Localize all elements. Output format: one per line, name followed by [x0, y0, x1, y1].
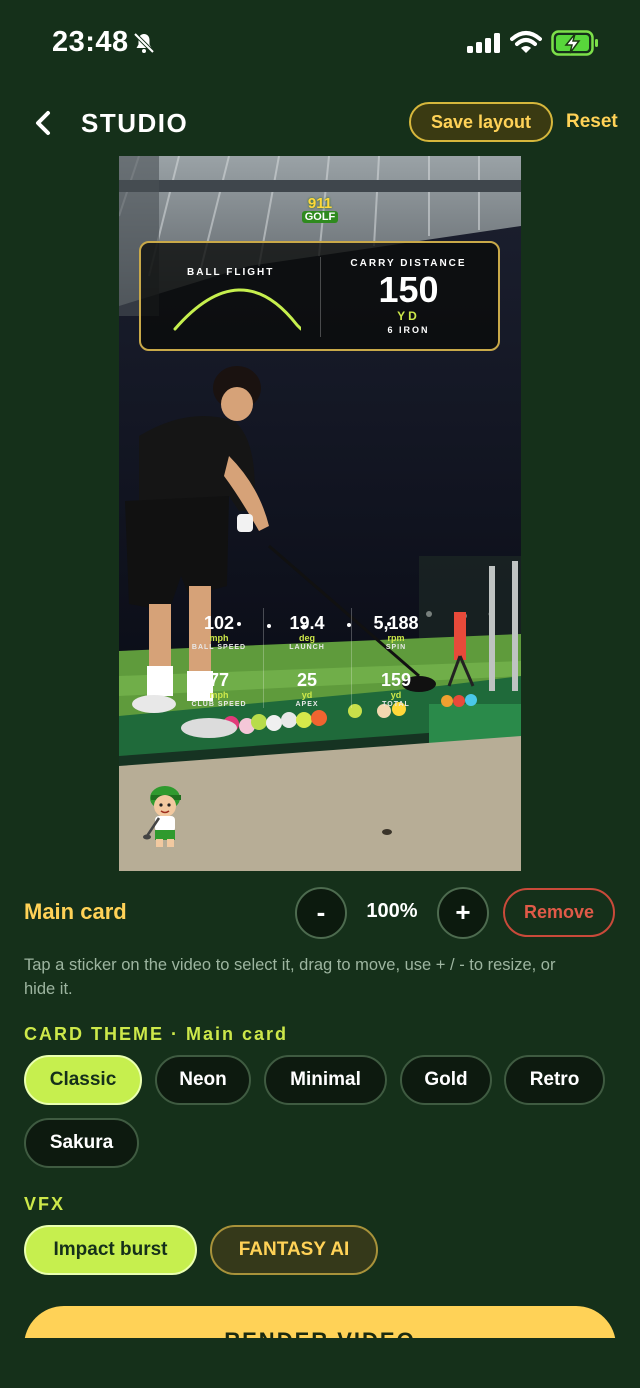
stat-unit: yd	[390, 690, 402, 700]
shrink-button[interactable]: -	[295, 887, 347, 939]
vfx-heading: VFX	[24, 1194, 66, 1214]
stat-total: 159 yd TOTAL	[351, 670, 441, 709]
main-card-sticker[interactable]: BALL FLIGHT CARRY DISTANCE 150 YD 6 IRON	[139, 241, 500, 351]
stat-label: TOTAL	[382, 701, 410, 708]
stat-unit: deg	[298, 633, 315, 643]
vfx-chip-fantasy-ai[interactable]: FANTASY AI	[210, 1225, 378, 1275]
save-layout-button[interactable]: Save layout	[409, 102, 553, 142]
stat-value: 25	[296, 670, 318, 690]
stat-club-speed: 77 mph CLUB SPEED	[174, 670, 264, 709]
theme-chip-minimal[interactable]: Minimal	[264, 1055, 387, 1105]
selected-sticker-name: Main card	[24, 899, 127, 924]
bell-muted-icon	[133, 32, 155, 54]
stat-value: 5,188	[373, 613, 419, 633]
ball-flight-label: BALL FLIGHT	[187, 267, 275, 278]
golfer-mascot-sticker[interactable]	[143, 784, 189, 850]
stat-unit: rpm	[387, 633, 405, 643]
logo-number: 911	[307, 195, 333, 212]
stat-value: 77	[208, 670, 230, 690]
theme-chip-classic[interactable]: Classic	[24, 1055, 142, 1105]
carry-distance-value: 150	[378, 269, 439, 310]
theme-chip-neon[interactable]: Neon	[155, 1055, 251, 1105]
zoom-level: 100%	[366, 900, 418, 922]
page-title: STUDIO	[81, 108, 189, 138]
enlarge-button[interactable]: +	[437, 887, 489, 939]
reset-button[interactable]: Reset	[566, 111, 618, 133]
stat-ball-speed: 102 mph BALL SPEED	[174, 613, 264, 652]
carry-distance-unit: YD	[397, 309, 420, 323]
vfx-chip-impact-burst[interactable]: Impact burst	[24, 1225, 197, 1275]
stat-spin: 5,188 rpm SPIN	[351, 613, 441, 652]
stat-value: 159	[380, 670, 412, 690]
theme-chip-sakura[interactable]: Sakura	[24, 1118, 139, 1168]
logo-text: GOLF	[302, 211, 338, 223]
stat-value: 102	[203, 613, 235, 633]
theme-chip-retro[interactable]: Retro	[504, 1055, 605, 1105]
stat-unit: mph	[209, 633, 229, 643]
status-bar: 23:48	[0, 0, 640, 88]
status-time: 23:48	[52, 26, 129, 58]
club-label: 6 IRON	[387, 325, 430, 335]
brand-logo: 911 GOLF	[302, 196, 338, 226]
stat-unit: mph	[209, 690, 229, 700]
theme-chip-gold[interactable]: Gold	[400, 1055, 492, 1105]
card-theme-heading: CARD THEME · Main card	[24, 1024, 289, 1044]
stat-value: 19.4	[289, 613, 325, 633]
stat-apex: 25 yd APEX	[262, 670, 352, 709]
remove-button[interactable]: Remove	[503, 888, 615, 937]
help-text: Tap a sticker on the video to select it,…	[24, 956, 556, 998]
video-preview[interactable]: 911 GOLF BALL FLIGHT CARRY DISTANCE 150 …	[119, 156, 521, 871]
bottom-fade	[0, 1338, 640, 1388]
stat-label: APEX	[295, 701, 319, 708]
wifi-icon	[510, 31, 542, 53]
carry-distance-label: CARRY DISTANCE	[350, 258, 467, 269]
back-chevron-icon[interactable]	[30, 108, 58, 138]
stat-label: SPIN	[385, 644, 407, 651]
battery-charging-icon	[551, 30, 598, 56]
stat-label: BALL SPEED	[191, 644, 247, 651]
stat-label: LAUNCH	[289, 644, 325, 651]
ball-flight-curve	[173, 288, 301, 331]
stat-launch: 19.4 deg LAUNCH	[262, 613, 352, 652]
cellular-signal-icon	[467, 33, 500, 53]
stat-unit: yd	[301, 690, 313, 700]
stat-label: CLUB SPEED	[191, 701, 247, 708]
